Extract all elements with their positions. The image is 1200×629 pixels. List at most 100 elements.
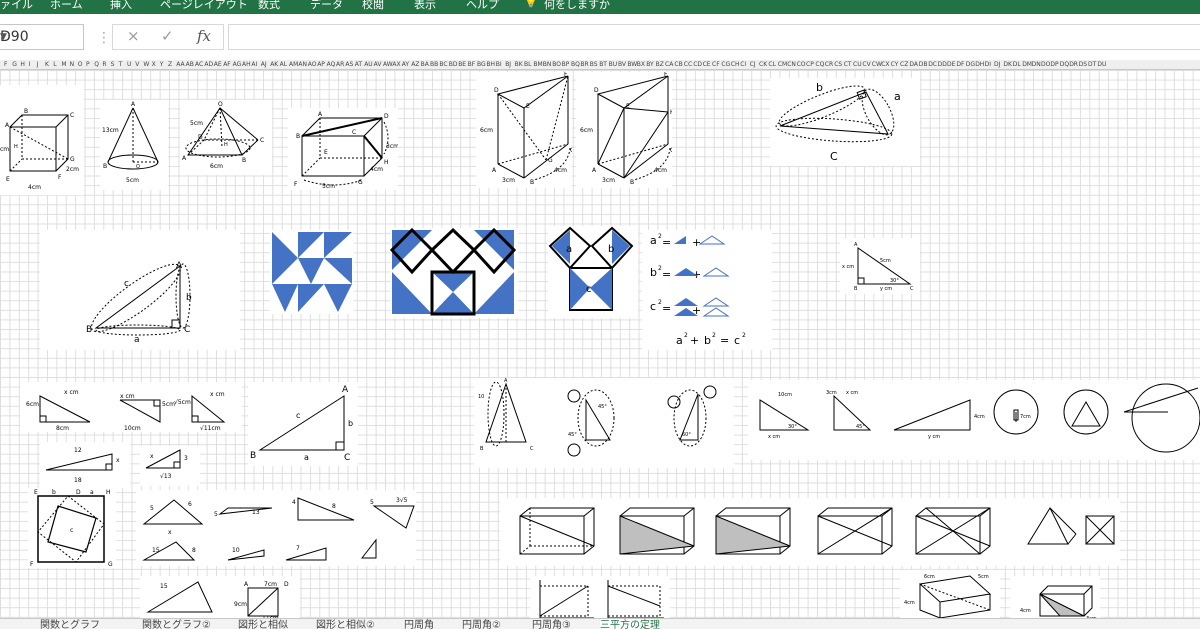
figure-square-proof[interactable]: E b D a H c F G	[28, 488, 116, 568]
column-letter[interactable]: DU	[1097, 60, 1106, 69]
column-letter[interactable]: AO	[308, 60, 317, 69]
column-letter[interactable]: CX	[881, 60, 889, 69]
figure-cube[interactable]: A B C H G E F cm 2cm 4cm	[0, 85, 84, 195]
column-letter[interactable]: CD	[693, 60, 702, 69]
column-letter[interactable]: BN	[543, 60, 552, 69]
figure-tri-3-root13[interactable]: x 3 √13	[140, 446, 200, 486]
column-letter[interactable]: CZ	[900, 60, 908, 69]
column-letter[interactable]: AQ	[327, 60, 336, 69]
column-letter[interactable]: CO	[797, 60, 806, 69]
column-letter[interactable]: BD	[449, 60, 458, 69]
column-letter[interactable]: BZ	[656, 60, 664, 69]
column-letter[interactable]: BG	[477, 60, 486, 69]
figure-tile-pattern-2[interactable]	[390, 228, 518, 318]
figure-big-triangle-abc[interactable]: A c b B C a	[248, 382, 358, 466]
tell-me-search[interactable]: 何をしますか	[544, 0, 610, 12]
column-letter[interactable]: AX	[392, 60, 400, 69]
column-letter[interactable]: AV	[374, 60, 382, 69]
column-letter[interactable]: BH	[486, 60, 495, 69]
column-letter[interactable]: AG	[233, 60, 242, 69]
column-letter[interactable]: CN	[787, 60, 796, 69]
column-letter[interactable]: AY	[402, 60, 409, 69]
ribbon-tab-page-layout[interactable]: ページレイアウト	[160, 0, 248, 12]
sheet-tab-inscribed-angle[interactable]: 円周角	[404, 619, 434, 629]
sheet-tab-pythagorean[interactable]: 三平方の定理	[600, 619, 660, 629]
column-letter[interactable]: O	[78, 60, 83, 69]
column-letter[interactable]: AD	[204, 60, 213, 69]
column-letter[interactable]: DD	[938, 60, 947, 69]
figure-pythagoras-equations[interactable]: a 2 = b 2 = c 2 = + + + a 2 + b 2 = c 2	[642, 230, 772, 350]
column-letter[interactable]: AP	[317, 60, 325, 69]
column-letter[interactable]: AR	[336, 60, 344, 69]
ribbon-tab-review[interactable]: 校閲	[362, 0, 384, 12]
column-letter[interactable]: BY	[646, 60, 653, 69]
column-letter[interactable]: BL	[524, 60, 531, 69]
figure-box[interactable]: A D B C E 3cm H 4cm F G 5cm	[288, 108, 398, 190]
column-letter[interactable]: DA	[909, 60, 918, 69]
column-letter[interactable]: DF	[956, 60, 964, 69]
column-letter[interactable]: BC	[439, 60, 447, 69]
column-letter[interactable]: R	[102, 60, 106, 69]
chevron-down-icon[interactable]: ▼	[0, 32, 77, 42]
column-letter[interactable]: DB	[919, 60, 928, 69]
column-letter[interactable]: BK	[515, 60, 523, 69]
column-letter[interactable]: CE	[703, 60, 711, 69]
column-letter[interactable]: BA	[421, 60, 429, 69]
ribbon-tab-formulas[interactable]: 数式	[258, 0, 280, 12]
column-letter[interactable]: CP	[806, 60, 814, 69]
ribbon-tab-home[interactable]: ホーム	[50, 0, 83, 12]
column-letter[interactable]: CS	[834, 60, 842, 69]
column-letter[interactable]: CY	[891, 60, 899, 69]
sheet-tab-inscribed-angle-2[interactable]: 円周角②	[462, 619, 501, 629]
column-letter[interactable]: CA	[665, 60, 673, 69]
name-box[interactable]: D90 ▼	[0, 24, 84, 50]
column-letter[interactable]: Z	[168, 60, 172, 69]
column-letter[interactable]: DP	[1050, 60, 1058, 69]
figure-small-tri-30[interactable]: A x cm 5cm 30° B y cm C	[840, 238, 920, 294]
column-letter[interactable]: BF	[468, 60, 476, 69]
column-letter[interactable]: CL	[768, 60, 776, 69]
column-letter[interactable]: DQ	[1060, 60, 1069, 69]
grip-icon[interactable]: ⋮	[97, 30, 111, 46]
column-letter[interactable]: BV	[618, 60, 626, 69]
column-letter[interactable]: CB	[674, 60, 682, 69]
column-letter[interactable]: W	[143, 60, 149, 69]
column-letter[interactable]: AJ	[261, 60, 267, 69]
column-letter[interactable]: BU	[609, 60, 618, 69]
column-letter[interactable]: DO	[1041, 60, 1050, 69]
column-letter[interactable]: N	[70, 60, 75, 69]
figure-prism-1[interactable]: D E F 6cm G C A 4cm 3cm B	[476, 72, 572, 188]
column-letter[interactable]: AF	[223, 60, 231, 69]
column-letter[interactable]: BI	[496, 60, 502, 69]
column-letter[interactable]: BB	[430, 60, 438, 69]
figure-pyramid[interactable]: O 5cm C D H A B 6cm	[180, 100, 272, 175]
column-letter[interactable]: DN	[1032, 60, 1041, 69]
column-letter[interactable]: CH	[731, 60, 740, 69]
column-letter[interactable]: CG	[721, 60, 730, 69]
column-letter[interactable]: DL	[1013, 60, 1021, 69]
column-letter[interactable]: Q	[94, 60, 99, 69]
figure-prism-2[interactable]: D E F H 6cm C A 4cm 3cm B	[576, 72, 672, 188]
column-letter[interactable]: AC	[195, 60, 203, 69]
column-letter[interactable]: BS	[590, 60, 598, 69]
figure-pythagoras-squares[interactable]: a b c	[548, 226, 638, 318]
column-letter[interactable]: K	[45, 60, 49, 69]
column-letter[interactable]: J	[37, 60, 39, 69]
column-letter[interactable]: AN	[298, 60, 307, 69]
column-letter[interactable]: CU	[853, 60, 862, 69]
figure-circles-triangles[interactable]: 10cm 30° x cm 3cm x cm 45° 4cm y cm 7cm	[748, 380, 1200, 460]
column-letter[interactable]: AA	[176, 60, 184, 69]
column-letter[interactable]: DC	[928, 60, 937, 69]
column-letter[interactable]: AH	[242, 60, 251, 69]
column-letter[interactable]: CT	[844, 60, 852, 69]
column-letter[interactable]: AZ	[411, 60, 419, 69]
sheet-grid[interactable]: A B C H G E F cm 2cm 4cm A 13cm B O 5cm	[0, 70, 1200, 620]
sheet-tab-functions-graph[interactable]: 関数とグラフ	[40, 619, 100, 629]
column-letter[interactable]: CQ	[815, 60, 824, 69]
sheet-tab-similarity[interactable]: 図形と相似	[238, 619, 288, 629]
column-letter[interactable]: CK	[759, 60, 767, 69]
figure-row-triangles[interactable]: x cm 6cm 8cm x cm 5cm 10cm √5cm x cm √11…	[20, 382, 242, 432]
column-letter[interactable]: DS	[1079, 60, 1087, 69]
figure-rect-triangle[interactable]: 15 A 7cm D 9cm 11cm	[140, 576, 300, 620]
figure-triangle-ellipses[interactable]: b a C	[770, 78, 920, 166]
